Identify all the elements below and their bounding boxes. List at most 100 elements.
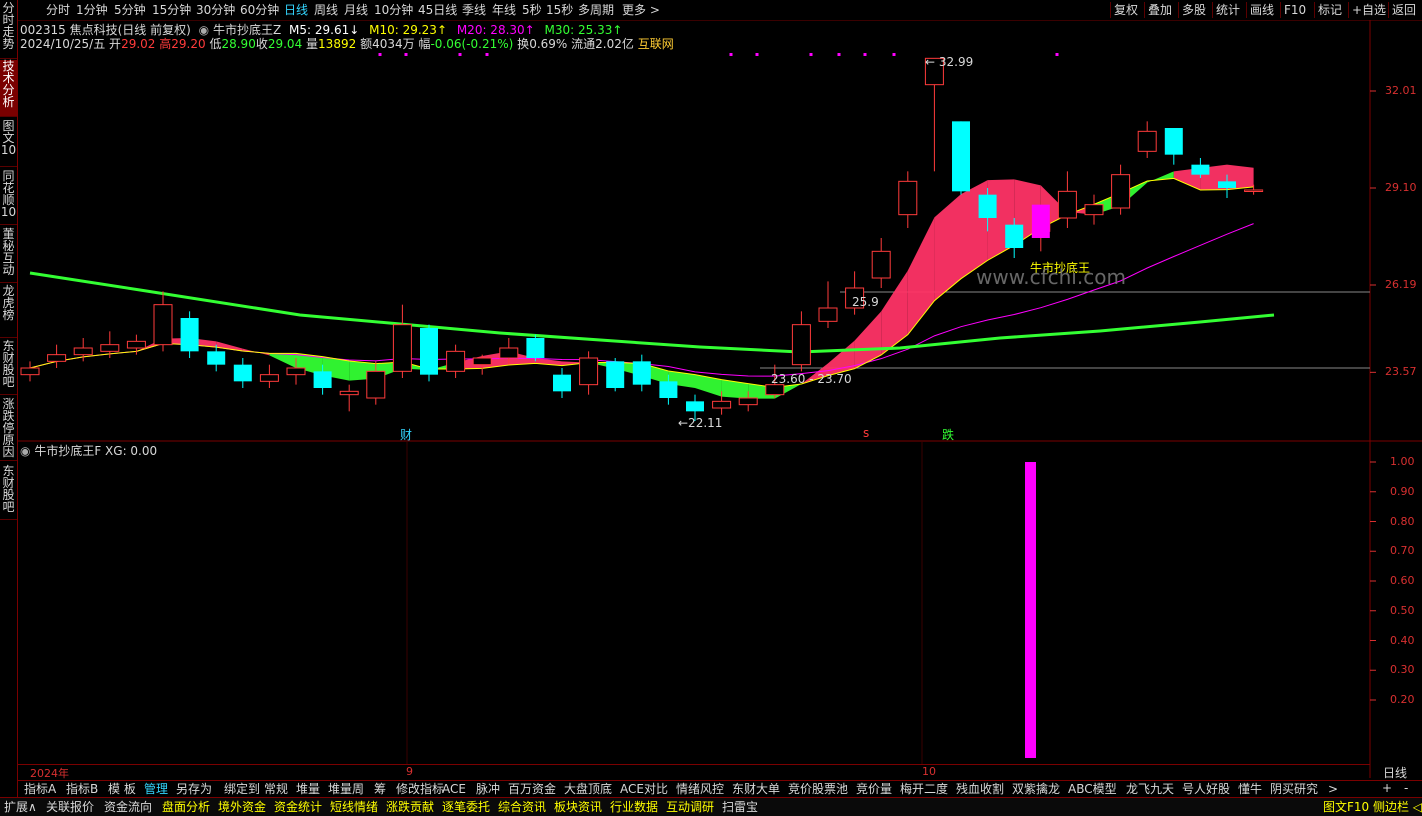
candle-body-13 <box>366 370 386 399</box>
indicator-button-14[interactable]: 大盘顶底 <box>564 782 612 797</box>
mid-annotation-1-value: 23.60 <box>771 372 806 386</box>
bottom-tab-12[interactable]: 互动调研 <box>666 800 714 814</box>
bottom-right-links[interactable]: 图文F10 侧边栏 ◁ <box>1323 800 1422 814</box>
bottom-tab-10[interactable]: 板块资讯 <box>554 800 602 814</box>
mark-cai[interactable]: 财 <box>400 426 412 443</box>
mark-die[interactable]: 跌 <box>942 426 954 443</box>
indicator-button-23[interactable]: ABC模型 <box>1068 782 1117 797</box>
date-axis: 2024年 9 10 <box>18 764 1370 780</box>
candle-body-41 <box>1111 174 1131 209</box>
indicator-button-28[interactable]: > <box>1328 782 1338 797</box>
indicator-button-20[interactable]: 梅开二度 <box>900 782 948 797</box>
indicator-button-25[interactable]: 号人好股 <box>1182 782 1230 797</box>
candle-body-36 <box>978 194 997 218</box>
candle-body-39 <box>1057 190 1077 219</box>
bottom-tab-3[interactable]: 盘面分析 <box>162 800 210 814</box>
sub-tick-7: 0.30 <box>1390 663 1415 677</box>
zoom-in-icon[interactable]: + <box>1382 781 1392 795</box>
ma-ribbon-seg-34 <box>934 194 961 301</box>
candle-body-32 <box>871 250 891 279</box>
price-tick-1: 29.10 <box>1385 181 1417 194</box>
high-annotation: ← 32.99 <box>925 55 974 69</box>
sub-indicator-toggle-icon[interactable]: ◉ <box>20 444 30 458</box>
indicator-button-1[interactable]: 指标B <box>66 782 98 797</box>
ma-ribbon-seg-36 <box>987 179 1015 261</box>
candle-body-3 <box>100 344 120 352</box>
candle-body-4 <box>126 340 146 349</box>
sub-indicator-value: XG: 0.00 <box>105 444 158 458</box>
bottom-tab-9[interactable]: 综合资讯 <box>498 800 546 814</box>
bottom-tab-2[interactable]: 资金流向 <box>104 800 152 814</box>
date-axis-oct: 10 <box>922 765 936 778</box>
bottom-tab-11[interactable]: 行业数据 <box>610 800 658 814</box>
timeframe-label[interactable]: 日线 <box>1383 764 1407 781</box>
candle-body-22 <box>606 361 625 388</box>
signal-candle <box>1031 204 1050 238</box>
sub-indicator-name[interactable]: 牛市抄底王F <box>34 444 101 458</box>
indicator-button-7[interactable]: 堆量 <box>296 782 320 797</box>
bottom-tab-4[interactable]: 境外资金 <box>218 800 266 814</box>
candle-body-35 <box>952 121 970 192</box>
candle-body-16 <box>446 350 466 372</box>
indicator-button-17[interactable]: 东财大单 <box>732 782 780 797</box>
indicator-button-0[interactable]: 指标A <box>24 782 56 797</box>
sub-indicator-header: ◉ 牛市抄底王F XG: 0.00 <box>20 444 157 458</box>
indicator-button-21[interactable]: 残血收割 <box>956 782 1004 797</box>
indicator-button-2[interactable]: 模 板 <box>108 782 136 797</box>
ma-ribbon-seg-25 <box>695 374 722 397</box>
bottom-tab-13[interactable]: 扫雷宝 <box>722 800 758 814</box>
bottom-tab-0[interactable]: 扩展∧ <box>4 800 37 814</box>
signal-dot-0 <box>378 53 382 56</box>
sub-tick-4: 0.60 <box>1390 574 1415 587</box>
indicator-button-27[interactable]: 阴买研究 <box>1270 782 1318 797</box>
indicator-button-18[interactable]: 竞价股票池 <box>788 782 848 797</box>
mark-s[interactable]: s <box>863 426 869 440</box>
indicator-button-3[interactable]: 管理 <box>144 782 168 797</box>
indicator-button-8[interactable]: 堆量周 <box>328 782 364 797</box>
candle-body-43 <box>1164 128 1183 155</box>
indicator-button-12[interactable]: 脉冲 <box>476 782 500 797</box>
indicator-button-11[interactable]: ACE <box>442 782 466 797</box>
bottom-tab-1[interactable]: 关联报价 <box>46 800 94 814</box>
signal-dot-6 <box>809 53 813 56</box>
signal-dot-9 <box>892 53 896 56</box>
sub-tick-5: 0.50 <box>1390 603 1415 617</box>
indicator-button-4[interactable]: 另存为 <box>176 782 212 797</box>
indicator-button-6[interactable]: 常规 <box>264 782 288 797</box>
date-axis-year: 2024年 <box>30 767 69 780</box>
candle-body-18 <box>499 347 519 359</box>
price-tick-2: 26.19 <box>1385 278 1417 291</box>
indicator-button-24[interactable]: 龙飞九天 <box>1126 782 1174 797</box>
candle-body-2 <box>73 347 93 356</box>
candle-body-11 <box>313 371 332 388</box>
indicator-button-26[interactable]: 懂牛 <box>1238 782 1262 797</box>
kline-chart[interactable] <box>0 0 1422 800</box>
candle-body-20 <box>553 374 571 392</box>
indicator-button-19[interactable]: 竞价量 <box>856 782 892 797</box>
candle-body-23 <box>632 361 651 385</box>
mid-annotation-1: 23.60 - 23.70 <box>771 372 852 386</box>
zoom-out-icon[interactable]: - <box>1404 781 1408 795</box>
candle-body-8 <box>233 364 252 382</box>
candle-body-19 <box>526 338 545 358</box>
indicator-button-9[interactable]: 筹 <box>374 782 386 797</box>
bottom-tab-5[interactable]: 资金统计 <box>274 800 322 814</box>
candle-body-30 <box>818 307 838 322</box>
bottom-tab-6[interactable]: 短线情绪 <box>330 800 378 814</box>
signal-dot-10 <box>1055 53 1059 56</box>
sub-tick-6: 0.40 <box>1390 633 1415 647</box>
indicator-button-22[interactable]: 双紫擒龙 <box>1012 782 1060 797</box>
indicator-button-5[interactable]: 绑定到 <box>224 782 260 797</box>
indicator-button-15[interactable]: ACE对比 <box>620 782 668 797</box>
bottom-tab-8[interactable]: 逐笔委托 <box>442 800 490 814</box>
watermark: www.cfchi.com <box>976 265 1126 289</box>
bottom-tab-7[interactable]: 涨跌贡献 <box>386 800 434 814</box>
indicator-button-13[interactable]: 百万资金 <box>508 782 556 797</box>
indicator-button-10[interactable]: 修改指标 <box>396 782 444 797</box>
signal-dot-7 <box>837 53 841 56</box>
candle-body-7 <box>207 351 226 365</box>
indicator-button-16[interactable]: 情绪风控 <box>676 782 724 797</box>
candle-body-15 <box>420 328 438 375</box>
signal-dot-4 <box>729 53 733 56</box>
indicator-button-bar: 指标A 指标B 模 板管理 另存为 绑定到 常规 堆量 堆量周筹修改指标 ACE 脉冲 百万资金 大盘… <box>18 780 1422 798</box>
